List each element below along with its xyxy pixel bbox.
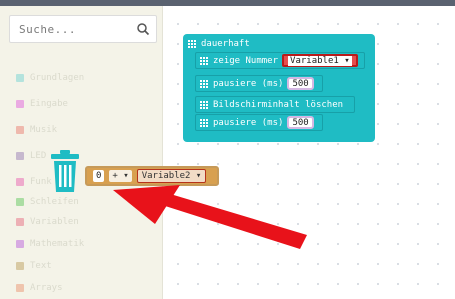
grid-icon — [200, 56, 208, 65]
category-label: Arrays — [30, 283, 63, 293]
number-input[interactable]: 0 — [93, 170, 105, 182]
search-input[interactable]: Suche... — [19, 23, 76, 36]
category-label: Schleifen — [30, 197, 79, 207]
category-label: Variablen — [30, 217, 79, 227]
variable1-dropdown[interactable]: Variable1 ▾ — [282, 54, 358, 67]
pause-block[interactable]: pausiere (ms) 500 — [195, 75, 323, 92]
category-loops[interactable]: Schleifen — [10, 192, 160, 212]
category-swatch-icon — [16, 178, 24, 186]
show-number-block[interactable]: zeige Nummer Variable1 ▾ — [195, 52, 365, 69]
category-swatch-icon — [16, 218, 24, 226]
dragged-math-block[interactable]: 0 + ▾ Variable2 ▾ — [85, 166, 219, 186]
category-label: Funk — [30, 177, 52, 187]
grid-icon — [200, 79, 208, 88]
grid-icon — [188, 40, 196, 48]
category-label: Text — [30, 261, 52, 271]
statement-label: pausiere (ms) — [213, 117, 284, 128]
operator-dropdown[interactable]: + ▾ — [109, 170, 132, 182]
forever-label: dauerhaft — [201, 39, 250, 49]
category-label: Eingabe — [30, 99, 68, 109]
category-swatch-icon — [16, 240, 24, 248]
category-swatch-icon — [16, 284, 24, 292]
category-label: Mathematik — [30, 239, 85, 249]
category-text[interactable]: Text — [10, 256, 160, 276]
category-music[interactable]: Musik — [10, 120, 160, 140]
category-label: Musik — [30, 125, 58, 135]
category-led[interactable]: LED — [10, 146, 160, 166]
category-swatch-icon — [16, 126, 24, 134]
statement-label: Bildschirminhalt löschen — [213, 99, 344, 110]
category-swatch-icon — [16, 198, 24, 206]
category-variables[interactable]: Variablen — [10, 212, 160, 232]
category-label: Grundlagen — [30, 73, 85, 83]
category-input[interactable]: Eingabe — [10, 94, 160, 114]
forever-block[interactable]: dauerhaft zeige Nummer Variable1 ▾ pausi… — [183, 34, 375, 142]
pause-ms-input[interactable]: 500 — [287, 116, 314, 129]
statement-label: zeige Nummer — [213, 55, 279, 66]
clear-screen-block[interactable]: Bildschirminhalt löschen — [195, 96, 355, 113]
grid-icon — [200, 100, 208, 109]
trash-icon[interactable] — [50, 150, 80, 192]
category-math[interactable]: Mathematik — [10, 234, 160, 254]
pause-block[interactable]: pausiere (ms) 500 — [195, 114, 323, 131]
toolbox: Suche... Grundlagen Eingabe Musik LED Fu… — [0, 6, 163, 299]
variable-name: Variable1 ▾ — [288, 55, 352, 66]
category-arrays[interactable]: Arrays — [10, 278, 160, 298]
category-swatch-icon — [16, 152, 24, 160]
category-basic[interactable]: Grundlagen — [10, 68, 160, 88]
search-box[interactable]: Suche... — [9, 15, 157, 43]
pause-ms-input[interactable]: 500 — [287, 77, 314, 90]
category-label: LED — [30, 151, 47, 161]
category-swatch-icon — [16, 262, 24, 270]
variable2-dropdown[interactable]: Variable2 ▾ — [136, 169, 207, 183]
grid-icon — [200, 118, 208, 127]
forever-block-header: dauerhaft — [188, 36, 250, 52]
category-swatch-icon — [16, 100, 24, 108]
category-swatch-icon — [16, 74, 24, 82]
statement-label: pausiere (ms) — [213, 78, 284, 89]
search-icon[interactable] — [136, 22, 150, 36]
